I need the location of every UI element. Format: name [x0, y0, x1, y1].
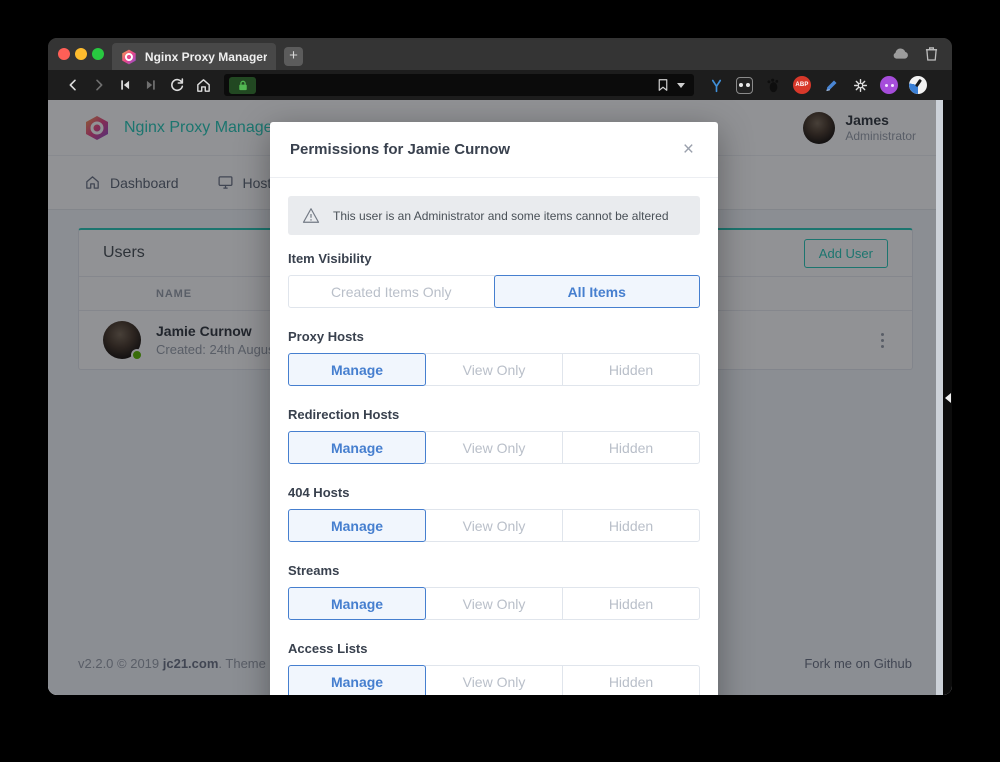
permission-section-label: Access Lists: [288, 641, 700, 656]
permission-option-group: ManageView OnlyHidden: [288, 353, 700, 386]
panel-toggle-arrow-icon: [945, 393, 951, 403]
modal-title: Permissions for Jamie Curnow: [290, 141, 510, 158]
option-all-items[interactable]: All Items: [494, 275, 701, 308]
permission-section: Proxy Hosts ManageView OnlyHidden: [288, 329, 700, 386]
window-controls: [58, 48, 104, 60]
extension-row: ABP: [707, 76, 927, 94]
permission-option-group: ManageView OnlyHidden: [288, 587, 700, 620]
admin-alert: This user is an Administrator and some i…: [288, 196, 700, 235]
rewind-button[interactable]: [112, 73, 138, 97]
option-hidden[interactable]: Hidden: [562, 509, 700, 542]
browser-tab[interactable]: Nginx Proxy Manager: [112, 43, 276, 70]
npm-favicon-icon: [121, 49, 137, 65]
browser-window: Nginx Proxy Manager +: [48, 38, 952, 695]
browser-tab-bar: Nginx Proxy Manager +: [48, 38, 952, 70]
permission-section: Access Lists ManageView OnlyHidden: [288, 641, 700, 695]
page-content: Nginx Proxy Manager James Administrator …: [48, 100, 952, 695]
buster-extension-icon[interactable]: [736, 77, 753, 94]
option-manage[interactable]: Manage: [288, 509, 426, 542]
minimize-window-button[interactable]: [75, 48, 87, 60]
new-tab-button[interactable]: +: [284, 47, 303, 66]
option-manage[interactable]: Manage: [288, 431, 426, 464]
permission-option-group: ManageView OnlyHidden: [288, 665, 700, 695]
option-view-only[interactable]: View Only: [425, 665, 563, 695]
https-lock-icon[interactable]: [229, 77, 256, 94]
zoom-window-button[interactable]: [92, 48, 104, 60]
adblock-plus-extension-icon[interactable]: ABP: [793, 76, 811, 94]
permission-section: Redirection Hosts ManageView OnlyHidden: [288, 407, 700, 464]
gnome-foot-extension-icon[interactable]: [764, 76, 782, 94]
permission-section: 404 Hosts ManageView OnlyHidden: [288, 485, 700, 542]
settings-flower-extension-icon[interactable]: [851, 76, 869, 94]
option-manage[interactable]: Manage: [288, 353, 426, 386]
panel-toggle-strip[interactable]: [943, 100, 952, 695]
permission-section-label: 404 Hosts: [288, 485, 700, 500]
fast-forward-button[interactable]: [138, 73, 164, 97]
permission-option-group: Created Items OnlyAll Items: [288, 275, 700, 308]
address-bar[interactable]: [224, 74, 694, 96]
modal-body: This user is an Administrator and some i…: [270, 178, 718, 695]
close-icon[interactable]: ×: [679, 138, 698, 161]
option-manage[interactable]: Manage: [288, 587, 426, 620]
permission-section-label: Item Visibility: [288, 251, 700, 266]
sync-cloud-icon[interactable]: [892, 47, 909, 60]
stylus-pen-extension-icon[interactable]: [822, 76, 840, 94]
permission-section: Item Visibility Created Items OnlyAll It…: [288, 251, 700, 308]
back-button[interactable]: [60, 73, 86, 97]
permission-section-label: Streams: [288, 563, 700, 578]
option-created-items-only[interactable]: Created Items Only: [288, 275, 495, 308]
permission-sections: Item Visibility Created Items OnlyAll It…: [288, 251, 700, 695]
fork-extension-icon[interactable]: [707, 76, 725, 94]
option-hidden[interactable]: Hidden: [562, 431, 700, 464]
permission-option-group: ManageView OnlyHidden: [288, 509, 700, 542]
option-hidden[interactable]: Hidden: [562, 665, 700, 695]
option-hidden[interactable]: Hidden: [562, 587, 700, 620]
option-hidden[interactable]: Hidden: [562, 353, 700, 386]
gauge-extension-icon[interactable]: [909, 76, 927, 94]
warning-triangle-icon: [302, 207, 320, 224]
permission-option-group: ManageView OnlyHidden: [288, 431, 700, 464]
permission-section-label: Proxy Hosts: [288, 329, 700, 344]
admin-alert-text: This user is an Administrator and some i…: [333, 209, 669, 223]
close-window-button[interactable]: [58, 48, 70, 60]
home-button[interactable]: [190, 73, 216, 97]
purple-extension-icon[interactable]: [880, 76, 898, 94]
permissions-modal: Permissions for Jamie Curnow × This user…: [270, 122, 718, 695]
option-view-only[interactable]: View Only: [425, 431, 563, 464]
option-view-only[interactable]: View Only: [425, 509, 563, 542]
forward-button[interactable]: [86, 73, 112, 97]
reload-button[interactable]: [164, 73, 190, 97]
permission-section: Streams ManageView OnlyHidden: [288, 563, 700, 620]
bookmark-icon[interactable]: [657, 78, 669, 92]
trash-closed-tabs-icon[interactable]: [925, 46, 938, 61]
browser-toolbar: ABP: [48, 70, 952, 100]
tab-title: Nginx Proxy Manager: [145, 50, 267, 64]
option-view-only[interactable]: View Only: [425, 353, 563, 386]
page-scrollbar[interactable]: [936, 100, 943, 695]
bookmark-caret-icon[interactable]: [677, 83, 685, 88]
option-view-only[interactable]: View Only: [425, 587, 563, 620]
option-manage[interactable]: Manage: [288, 665, 426, 695]
permission-section-label: Redirection Hosts: [288, 407, 700, 422]
